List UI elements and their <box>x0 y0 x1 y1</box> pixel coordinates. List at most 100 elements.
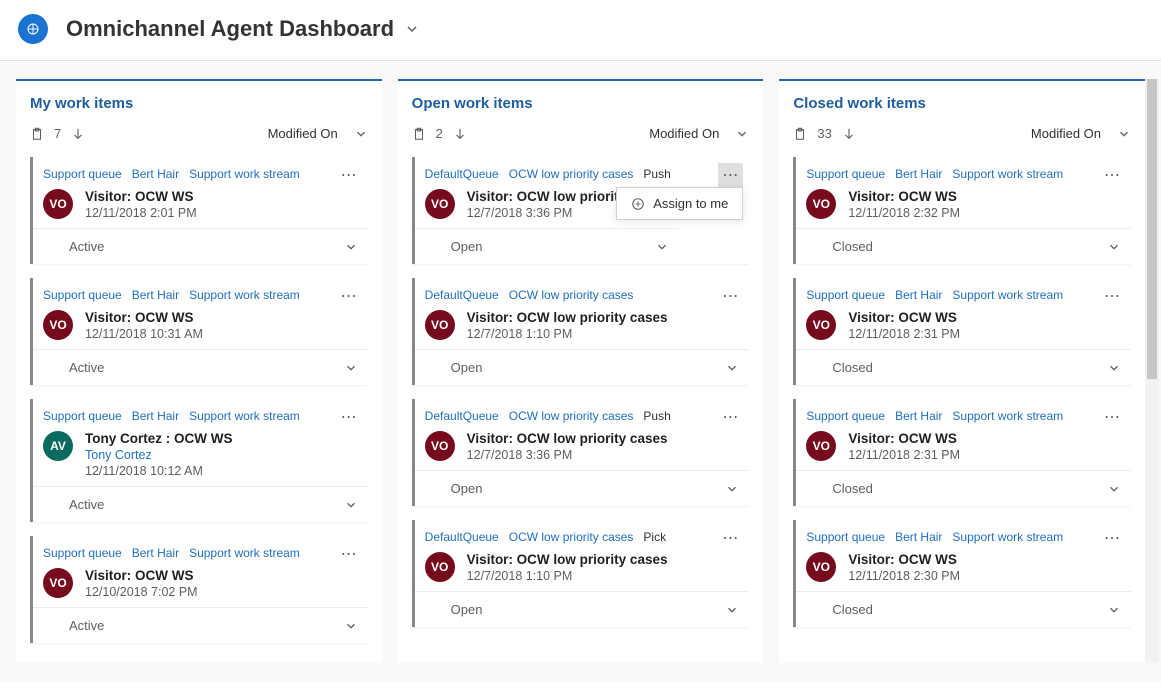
work-item-card[interactable]: Support queue Bert Hair Support work strea… <box>793 157 1131 264</box>
card-tag-link[interactable]: DefaultQueue <box>425 409 499 423</box>
chevron-down-icon[interactable] <box>725 603 739 617</box>
card-tag-link[interactable]: Support work stream <box>189 546 300 560</box>
more-actions-icon[interactable]: ⋯ <box>1100 284 1125 308</box>
chevron-down-icon[interactable] <box>1117 127 1131 141</box>
chevron-down-icon[interactable] <box>1107 240 1121 254</box>
chevron-down-icon[interactable] <box>344 240 358 254</box>
avatar: VO <box>43 310 73 340</box>
more-actions-icon[interactable]: ⋯ <box>718 284 743 308</box>
card-tag-link[interactable]: Bert Hair <box>132 409 179 423</box>
card-tag-link[interactable]: Bert Hair <box>132 288 179 302</box>
card-tag-link[interactable]: Bert Hair <box>132 167 179 181</box>
card-tag-link[interactable]: Support work stream <box>952 530 1063 544</box>
work-item-card[interactable]: DefaultQueueOCW low priority cases⋯ VO V… <box>412 278 750 385</box>
card-footer: Closed <box>796 591 1131 627</box>
chevron-down-icon[interactable] <box>655 240 669 254</box>
assign-to-me-label[interactable]: Assign to me <box>653 196 728 211</box>
card-tag-link[interactable]: Support queue <box>43 546 122 560</box>
card-title: Visitor: OCW WS <box>85 189 197 204</box>
card-tag-link[interactable]: Support work stream <box>189 167 300 181</box>
more-actions-icon[interactable]: ⋯ <box>1100 163 1125 187</box>
card-tag-link[interactable]: Support work stream <box>952 167 1063 181</box>
card-tag-link[interactable]: Bert Hair <box>895 167 942 181</box>
card-tag-link[interactable]: Support queue <box>806 530 885 544</box>
card-tag-link[interactable]: OCW low priority cases <box>509 167 634 181</box>
work-item-card[interactable]: DefaultQueueOCW low priority casesPush⋯ … <box>412 157 750 264</box>
assign-menu[interactable]: Assign to me <box>616 187 743 220</box>
chevron-down-icon[interactable] <box>735 127 749 141</box>
card-tag-link[interactable]: Support work stream <box>952 409 1063 423</box>
sort-arrow-icon[interactable] <box>842 127 856 141</box>
card-status: Active <box>69 239 104 254</box>
more-actions-icon[interactable]: ⋯ <box>337 405 362 429</box>
work-item-card[interactable]: DefaultQueueOCW low priority casesPick⋯ … <box>412 520 750 627</box>
work-item-card[interactable]: Support queue Bert Hair Support work strea… <box>793 399 1131 506</box>
more-actions-icon[interactable]: ⋯ <box>1100 405 1125 429</box>
work-item-card[interactable]: Support queue Bert Hair Support work strea… <box>793 278 1131 385</box>
card-tag-link[interactable]: Support queue <box>43 167 122 181</box>
work-item-card[interactable]: Support queue Bert Hair Support work strea… <box>30 157 368 264</box>
more-actions-icon[interactable]: ⋯ <box>718 526 743 550</box>
card-status: Open <box>451 481 483 496</box>
card-title: Visitor: OCW WS <box>848 552 960 567</box>
card-tag-link[interactable]: DefaultQueue <box>425 288 499 302</box>
chevron-down-icon[interactable] <box>354 127 368 141</box>
card-tag-link[interactable]: Support queue <box>806 288 885 302</box>
card-tag-link[interactable]: OCW low priority cases <box>509 409 634 423</box>
work-item-card[interactable]: Support queue Bert Hair Support work strea… <box>793 520 1131 627</box>
chevron-down-icon[interactable] <box>344 361 358 375</box>
card-title: Visitor: OCW WS <box>848 310 960 325</box>
work-item-card[interactable]: Support queue Bert Hair Support work strea… <box>30 278 368 385</box>
more-actions-icon[interactable]: ⋯ <box>718 163 743 187</box>
more-actions-icon[interactable]: ⋯ <box>337 163 362 187</box>
card-tag-link[interactable]: OCW low priority cases <box>509 288 634 302</box>
more-actions-icon[interactable]: ⋯ <box>337 542 362 566</box>
clipboard-icon <box>30 127 44 141</box>
card-tag-link[interactable]: DefaultQueue <box>425 530 499 544</box>
card-tag-link[interactable]: Support work stream <box>952 288 1063 302</box>
card-tag-link[interactable]: Support queue <box>806 409 885 423</box>
chevron-down-icon[interactable] <box>1107 361 1121 375</box>
work-item-card[interactable]: Support queue Bert Hair Support work strea… <box>30 399 368 522</box>
chevron-down-icon[interactable] <box>1107 482 1121 496</box>
more-actions-icon[interactable]: ⋯ <box>718 405 743 429</box>
chevron-down-icon[interactable] <box>344 619 358 633</box>
card-tag-link[interactable]: Support queue <box>43 288 122 302</box>
card-sublink[interactable]: Tony Cortez <box>85 448 233 462</box>
card-body: VO Visitor: OCW WS 12/11/2018 2:31 PM <box>806 310 1131 341</box>
scrollbar[interactable] <box>1145 79 1159 663</box>
card-status: Open <box>451 239 483 254</box>
work-item-card[interactable]: Support queue Bert Hair Support work strea… <box>30 536 368 643</box>
column-title: My work items <box>30 95 368 112</box>
page-title: Omnichannel Agent Dashboard <box>66 16 394 42</box>
card-tag-link[interactable]: Bert Hair <box>895 288 942 302</box>
card-tag-link[interactable]: DefaultQueue <box>425 167 499 181</box>
card-tag-link[interactable]: Bert Hair <box>895 530 942 544</box>
card-footer: Closed <box>796 349 1131 385</box>
card-tags: DefaultQueueOCW low priority casesPush <box>425 409 750 423</box>
avatar: VO <box>43 568 73 598</box>
chevron-down-icon[interactable] <box>725 482 739 496</box>
card-tag-link[interactable]: Bert Hair <box>895 409 942 423</box>
card-tag-link[interactable]: Support queue <box>806 167 885 181</box>
chevron-down-icon[interactable] <box>344 498 358 512</box>
card-tag-link[interactable]: OCW low priority cases <box>509 530 634 544</box>
sort-arrow-icon[interactable] <box>71 127 85 141</box>
work-item-card[interactable]: DefaultQueueOCW low priority casesPush⋯ … <box>412 399 750 506</box>
more-actions-icon[interactable]: ⋯ <box>337 284 362 308</box>
sort-field[interactable]: Modified On <box>649 126 719 141</box>
sort-field[interactable]: Modified On <box>268 126 338 141</box>
chevron-down-icon[interactable] <box>1107 603 1121 617</box>
card-body: VO Visitor: OCW low priority cases 12/7/… <box>425 431 750 462</box>
card-tag-link[interactable]: Bert Hair <box>132 546 179 560</box>
card-tag-link[interactable]: Support work stream <box>189 288 300 302</box>
chevron-down-icon[interactable] <box>404 21 420 37</box>
more-actions-icon[interactable]: ⋯ <box>1100 526 1125 550</box>
card-tag-link[interactable]: Support queue <box>43 409 122 423</box>
chevron-down-icon[interactable] <box>725 361 739 375</box>
card-tag-link[interactable]: Support work stream <box>189 409 300 423</box>
sort-arrow-icon[interactable] <box>453 127 467 141</box>
card-tags: Support queue Bert Hair Support work strea… <box>806 288 1131 302</box>
scrollbar-thumb[interactable] <box>1147 79 1157 379</box>
sort-field[interactable]: Modified On <box>1031 126 1101 141</box>
